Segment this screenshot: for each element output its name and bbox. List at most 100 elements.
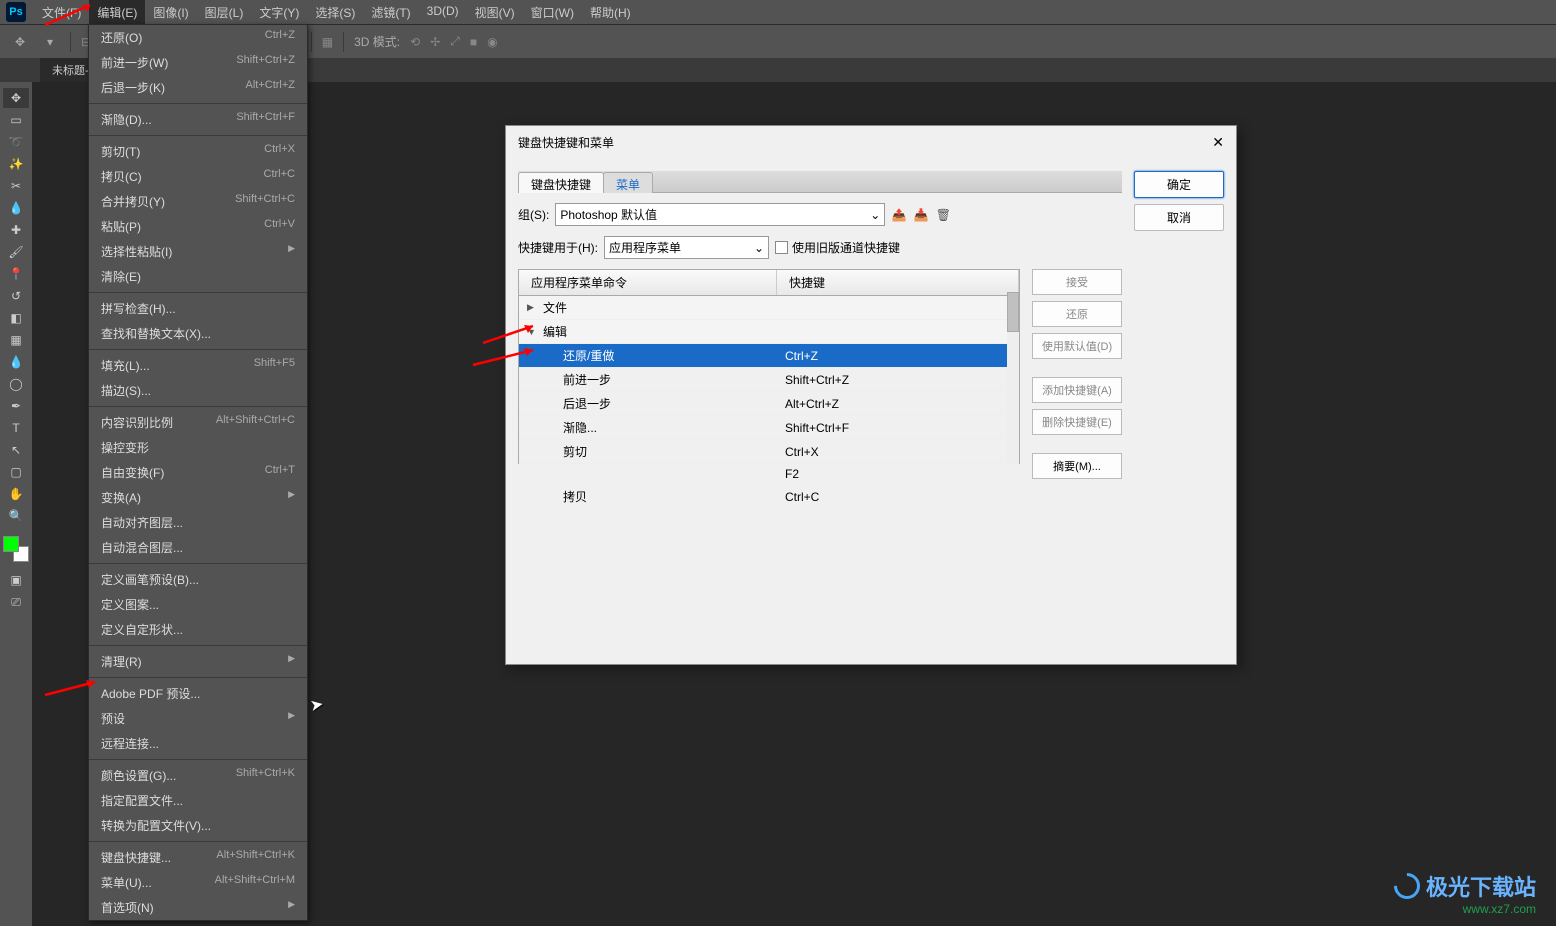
scroll-thumb[interactable] — [1007, 292, 1019, 332]
orbit-icon[interactable]: ⟲ — [410, 35, 420, 49]
zoom-icon[interactable]: ⤢ — [450, 34, 460, 49]
default-button[interactable]: 使用默认值(D) — [1032, 333, 1122, 359]
menubar-item-4[interactable]: 文字(Y) — [251, 0, 307, 25]
menu-item[interactable]: 自动混合图层... — [89, 535, 307, 560]
menu-item[interactable]: 远程连接... — [89, 731, 307, 756]
menubar-item-7[interactable]: 3D(D) — [419, 0, 467, 25]
menu-item[interactable]: 预设 — [89, 706, 307, 731]
wand-tool-icon[interactable]: ✨ — [3, 154, 29, 174]
menu-item[interactable]: 转换为配置文件(V)... — [89, 813, 307, 838]
color-swatches[interactable] — [3, 536, 29, 562]
menubar-item-1[interactable]: 编辑(E) — [89, 0, 145, 25]
light-icon[interactable]: ◉ — [487, 35, 497, 49]
path-tool-icon[interactable]: ↖ — [3, 440, 29, 460]
menu-item[interactable]: 渐隐(D)...Shift+Ctrl+F — [89, 107, 307, 132]
menu-item[interactable]: 键盘快捷键...Alt+Shift+Ctrl+K — [89, 845, 307, 870]
menu-item[interactable]: 清除(E) — [89, 264, 307, 289]
foreground-color[interactable] — [3, 536, 19, 552]
menubar-item-5[interactable]: 选择(S) — [307, 0, 363, 25]
table-row[interactable]: 还原/重做Ctrl+Z — [519, 344, 1019, 368]
dodge-tool-icon[interactable]: ◯ — [3, 374, 29, 394]
menu-item[interactable]: Adobe PDF 预设... — [89, 681, 307, 706]
menubar-item-9[interactable]: 窗口(W) — [523, 0, 582, 25]
menu-item[interactable]: 定义自定形状... — [89, 617, 307, 642]
scrollbar[interactable] — [1007, 292, 1019, 463]
screenmode-icon[interactable]: ⎚ — [3, 592, 29, 612]
summary-button[interactable]: 摘要(M)... — [1032, 453, 1122, 479]
add-shortcut-button[interactable]: 添加快捷键(A) — [1032, 377, 1122, 403]
menu-item[interactable]: 变换(A) — [89, 485, 307, 510]
shape-tool-icon[interactable]: ▢ — [3, 462, 29, 482]
table-row[interactable]: F2 — [519, 464, 1019, 485]
menu-item[interactable]: 还原(O)Ctrl+Z — [89, 25, 307, 50]
table-row[interactable]: ▼编辑 — [519, 320, 1019, 344]
blur-tool-icon[interactable]: 💧 — [3, 352, 29, 372]
brush-tool-icon[interactable]: 🖌 — [3, 242, 29, 262]
pen-tool-icon[interactable]: ✒ — [3, 396, 29, 416]
camera-icon[interactable]: ■ — [470, 35, 477, 49]
menu-item[interactable]: 前进一步(W)Shift+Ctrl+Z — [89, 50, 307, 75]
trash-icon[interactable]: 🗑 — [935, 207, 951, 223]
tab-menus[interactable]: 菜单 — [603, 172, 653, 193]
menubar-item-0[interactable]: 文件(F) — [34, 0, 89, 25]
menubar-item-10[interactable]: 帮助(H) — [582, 0, 639, 25]
table-row[interactable]: 渐隐...Shift+Ctrl+F — [519, 416, 1019, 440]
save-set-icon[interactable]: 📤 — [891, 207, 907, 223]
text-tool-icon[interactable]: T — [3, 418, 29, 438]
eyedropper-tool-icon[interactable]: 💧 — [3, 198, 29, 218]
hand-tool-icon[interactable]: ✋ — [3, 484, 29, 504]
menubar-item-6[interactable]: 滤镜(T) — [363, 0, 418, 25]
accept-button[interactable]: 接受 — [1032, 269, 1122, 295]
menu-item[interactable]: 颜色设置(G)...Shift+Ctrl+K — [89, 763, 307, 788]
quickmask-icon[interactable]: ▣ — [3, 570, 29, 590]
menu-item[interactable]: 拼写检查(H)... — [89, 296, 307, 321]
menu-item[interactable]: 后退一步(K)Alt+Ctrl+Z — [89, 75, 307, 100]
table-row[interactable]: 前进一步Shift+Ctrl+Z — [519, 368, 1019, 392]
menubar-item-2[interactable]: 图像(I) — [145, 0, 196, 25]
lasso-tool-icon[interactable]: ➰ — [3, 132, 29, 152]
menu-item[interactable]: 选择性粘贴(I) — [89, 239, 307, 264]
dropdown-icon[interactable]: ▾ — [40, 32, 60, 52]
menu-item[interactable]: 描边(S)... — [89, 378, 307, 403]
menubar-item-3[interactable]: 图层(L) — [197, 0, 252, 25]
delete-shortcut-button[interactable]: 删除快捷键(E) — [1032, 409, 1122, 435]
ok-button[interactable]: 确定 — [1134, 171, 1224, 198]
stamp-tool-icon[interactable]: 📍 — [3, 264, 29, 284]
close-icon[interactable]: ✕ — [1212, 134, 1224, 151]
history-brush-icon[interactable]: ↺ — [3, 286, 29, 306]
menu-item[interactable]: 操控变形 — [89, 435, 307, 460]
marquee-tool-icon[interactable]: ▭ — [3, 110, 29, 130]
menu-item[interactable]: 定义图案... — [89, 592, 307, 617]
menu-item[interactable]: 清理(R) — [89, 649, 307, 674]
gradient-tool-icon[interactable]: ▦ — [3, 330, 29, 350]
menu-item[interactable]: 自动对齐图层... — [89, 510, 307, 535]
crop-tool-icon[interactable]: ✂ — [3, 176, 29, 196]
tab-shortcuts[interactable]: 键盘快捷键 — [518, 172, 604, 193]
table-row[interactable]: 拷贝Ctrl+C — [519, 485, 1019, 509]
menu-item[interactable]: 内容识别比例Alt+Shift+Ctrl+C — [89, 410, 307, 435]
table-row[interactable]: 后退一步Alt+Ctrl+Z — [519, 392, 1019, 416]
menu-item[interactable]: 填充(L)...Shift+F5 — [89, 353, 307, 378]
load-set-icon[interactable]: 📥 — [913, 207, 929, 223]
heal-tool-icon[interactable]: ✚ — [3, 220, 29, 240]
menu-item[interactable]: 合并拷贝(Y)Shift+Ctrl+C — [89, 189, 307, 214]
menu-item[interactable]: 定义画笔预设(B)... — [89, 567, 307, 592]
pan-icon[interactable]: ✢ — [430, 35, 440, 49]
undo-button[interactable]: 还原 — [1032, 301, 1122, 327]
shortcutfor-select[interactable]: 应用程序菜单 ⌄ — [604, 236, 769, 259]
overlap-icon[interactable]: ▦ — [322, 35, 333, 49]
menu-item[interactable]: 自由变换(F)Ctrl+T — [89, 460, 307, 485]
menu-item[interactable]: 指定配置文件... — [89, 788, 307, 813]
eraser-tool-icon[interactable]: ◧ — [3, 308, 29, 328]
menubar-item-8[interactable]: 视图(V) — [467, 0, 523, 25]
menu-item[interactable]: 剪切(T)Ctrl+X — [89, 139, 307, 164]
menu-item[interactable]: 首选项(N) — [89, 895, 307, 920]
menu-item[interactable]: 粘贴(P)Ctrl+V — [89, 214, 307, 239]
legacy-checkbox[interactable]: 使用旧版通道快捷键 — [775, 239, 900, 256]
table-row[interactable]: ▶文件 — [519, 296, 1019, 320]
menu-item[interactable]: 菜单(U)...Alt+Shift+Ctrl+M — [89, 870, 307, 895]
move-tool-icon[interactable]: ✥ — [3, 88, 29, 108]
table-row[interactable]: 剪切Ctrl+X — [519, 440, 1019, 464]
zoom-tool-icon[interactable]: 🔍 — [3, 506, 29, 526]
group-select[interactable]: Photoshop 默认值 ⌄ — [555, 203, 885, 226]
